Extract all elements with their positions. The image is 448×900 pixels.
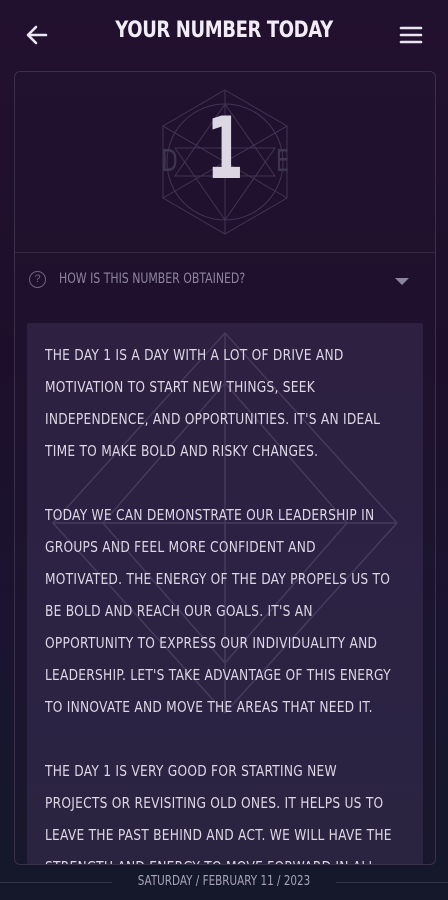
page-title: YOUR NUMBER TODAY [115,18,333,43]
hamburger-menu-icon [399,26,423,44]
how-obtained-toggle[interactable]: ? HOW IS THIS NUMBER OBTAINED? [15,253,435,305]
how-obtained-label: HOW IS THIS NUMBER OBTAINED? [59,271,246,287]
description-paragraph: THE DAY 1 IS VERY GOOD FOR STARTING NEW … [45,762,392,864]
date-footer: SATURDAY / FEBRUARY 11 / 2023 [0,866,448,900]
question-circle-icon: ? [29,271,46,288]
menu-button[interactable] [396,20,426,50]
footer-line-right [336,882,448,883]
description-paragraph: TODAY WE CAN DEMONSTRATE OUR LEADERSHIP … [45,506,391,716]
description-panel: THE DAY 1 IS A DAY WITH A LOT OF DRIVE A… [27,323,423,864]
description-paragraph: THE DAY 1 IS A DAY WITH A LOT OF DRIVE A… [45,346,381,460]
number-hero: D E 1 [15,72,435,252]
chevron-down-icon [395,278,409,285]
top-bar: YOUR NUMBER TODAY [0,0,448,70]
day-number: 1 [206,99,244,199]
number-card: D E 1 ? HOW IS THIS NUMBER OBTAINED? THE… [14,71,436,865]
number-description: THE DAY 1 IS A DAY WITH A LOT OF DRIVE A… [45,339,393,864]
